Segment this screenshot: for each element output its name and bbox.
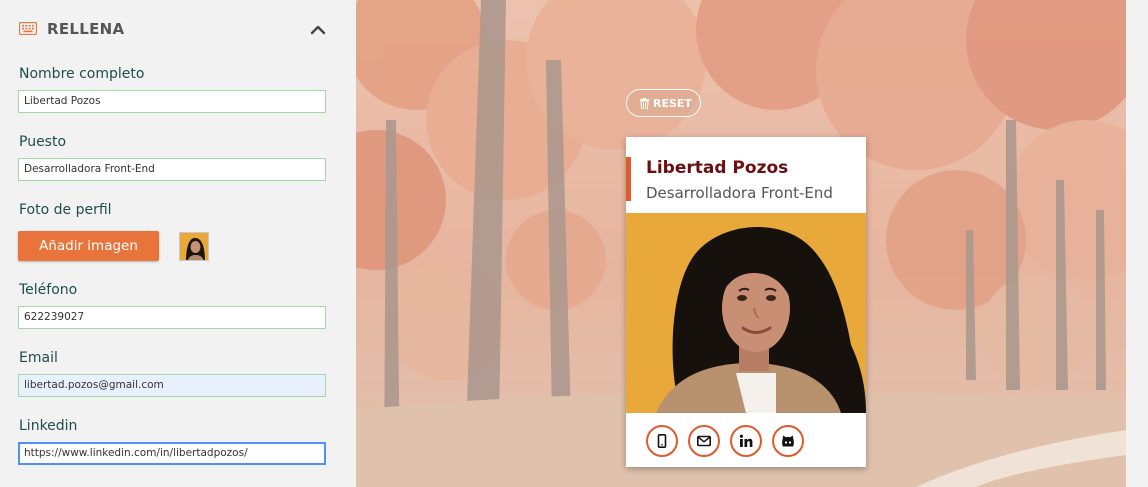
linkedin-input[interactable]: https://www.linkedin.com/in/libertadpozo…	[18, 442, 326, 465]
panel-header[interactable]: RELLENA	[0, 0, 356, 60]
linkedin-label: Linkedin	[19, 418, 78, 434]
phone-social-button[interactable]	[646, 425, 678, 457]
name-label: Nombre completo	[19, 66, 145, 82]
linkedin-social-button[interactable]	[730, 425, 762, 457]
add-image-button[interactable]: Añadir imagen	[18, 231, 159, 261]
name-input[interactable]: Libertad Pozos	[18, 90, 326, 113]
trash-icon	[640, 98, 649, 109]
email-social-button[interactable]	[688, 425, 720, 457]
card-accent-bar	[626, 157, 631, 201]
github-icon	[782, 435, 794, 447]
keyboard-icon	[19, 22, 37, 35]
job-input[interactable]: Desarrolladora Front-End	[18, 158, 326, 181]
job-label: Puesto	[19, 134, 67, 150]
github-social-button[interactable]	[772, 425, 804, 457]
profile-thumbnail	[179, 232, 209, 261]
email-label: Email	[19, 350, 58, 366]
profile-card: Libertad Pozos Desarrolladora Front-End	[626, 137, 866, 467]
envelope-icon	[697, 435, 711, 447]
card-job: Desarrolladora Front-End	[646, 184, 833, 202]
card-name: Libertad Pozos	[646, 158, 789, 178]
email-input[interactable]: libertad.pozos@gmail.com	[18, 374, 326, 397]
phone-label: Teléfono	[19, 282, 78, 298]
form-panel: RELLENA Nombre completo Libertad Pozos P…	[0, 0, 356, 487]
chevron-up-icon[interactable]	[309, 22, 327, 36]
right-scroll-strip	[1126, 0, 1148, 487]
card-photo	[626, 213, 866, 413]
linkedin-icon	[739, 434, 753, 447]
photo-label: Foto de perfil	[19, 202, 112, 218]
mobile-icon	[657, 434, 667, 448]
reset-button[interactable]: RESET	[626, 89, 701, 117]
phone-input[interactable]: 622239027	[18, 306, 326, 329]
panel-title: RELLENA	[47, 20, 125, 38]
reset-label: RESET	[653, 97, 692, 110]
